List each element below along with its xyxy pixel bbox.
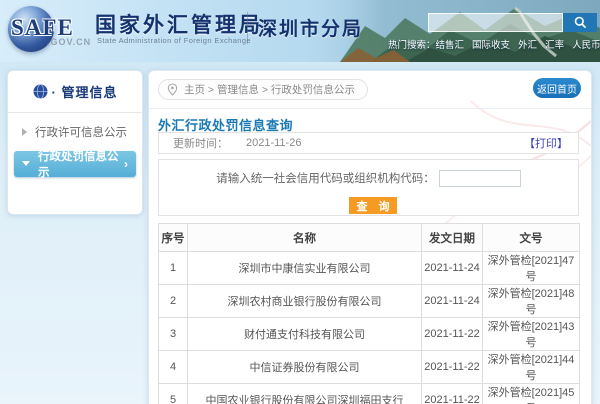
hot-search-row: 热门搜索：结售汇国际收支外汇汇率人民币 <box>388 37 600 51</box>
doc-number-cell: 深外管检[2021]44号 <box>483 351 580 384</box>
company-name-cell: 中信证券股份有限公司 <box>188 351 422 384</box>
hot-search-link[interactable]: 人民币 <box>572 40 600 51</box>
hot-search-link[interactable]: 结售汇 <box>436 40 465 51</box>
doc-number-cell: 深外管检[2021]47号 <box>483 252 580 285</box>
hot-search-link[interactable]: 外汇 <box>518 40 537 51</box>
print-link[interactable]: 【打印】 <box>524 135 568 151</box>
company-name-cell: 财付通支付科技有限公司 <box>188 318 422 351</box>
breadcrumb-row: 主页 > 管理信息 > 行政处罚信息公示 返回首页 <box>149 71 591 109</box>
table-row: 4中信证券股份有限公司2021-11-22深外管检[2021]44号 <box>159 351 580 384</box>
main-content: 主页 > 管理信息 > 行政处罚信息公示 返回首页 外汇行政处罚信息查询 更新时… <box>148 70 592 404</box>
gov-cn-label: .GOV.CN <box>47 37 91 47</box>
hot-search-label: 热门搜索： <box>388 40 436 51</box>
breadcrumb[interactable]: 主页 > 管理信息 > 行政处罚信息公示 <box>158 79 368 100</box>
company-name-cell: 深圳农村商业银行股份有限公司 <box>188 285 422 318</box>
hot-search-link[interactable]: 国际收支 <box>472 40 510 51</box>
row-index-cell: 4 <box>159 351 188 384</box>
sidebar-item-label: 行政许可信息公示 <box>35 124 127 140</box>
company-name-cell: 深圳市中康信实业有限公司 <box>188 252 422 285</box>
issue-date-cell: 2021-11-24 <box>422 285 483 318</box>
sidebar: · 管理信息 行政许可信息公示 行政处罚信息公示 › <box>7 70 143 215</box>
globe-icon <box>33 84 48 99</box>
query-line: 请输入统一社会信用代码或组织机构代码： <box>159 170 578 187</box>
doc-number-cell: 深外管检[2021]45号 <box>483 384 580 404</box>
doc-number-cell: 深外管检[2021]43号 <box>483 318 580 351</box>
credit-code-input[interactable] <box>439 170 521 187</box>
issue-date-cell: 2021-11-22 <box>422 384 483 404</box>
back-home-button[interactable]: 返回首页 <box>533 78 581 98</box>
arrow-right-icon <box>22 128 27 136</box>
search-icon <box>574 16 587 29</box>
row-index-cell: 1 <box>159 252 188 285</box>
issue-date-cell: 2021-11-24 <box>422 252 483 285</box>
table-row: 1深圳市中康信实业有限公司2021-11-24深外管检[2021]47号 <box>159 252 580 285</box>
issue-date-cell: 2021-11-22 <box>422 318 483 351</box>
sidebar-item-label: 行政处罚信息公示 <box>38 148 124 180</box>
issue-date-cell: 2021-11-22 <box>422 351 483 384</box>
header-search-input[interactable] <box>428 13 563 32</box>
column-header: 序号 <box>159 224 188 252</box>
table-row: 2深圳农村商业银行股份有限公司2021-11-24深外管检[2021]48号 <box>159 285 580 318</box>
chevron-right-icon: › <box>124 157 128 171</box>
query-button[interactable]: 查 询 <box>349 197 397 214</box>
query-form: 请输入统一社会信用代码或组织机构代码： 查 询 <box>158 159 579 216</box>
results-table-head: 序号名称发文日期文号 <box>159 224 580 252</box>
row-index-cell: 3 <box>159 318 188 351</box>
branch-name: 深圳市分局 <box>258 14 363 41</box>
column-header: 文号 <box>483 224 580 252</box>
breadcrumb-text: 主页 > 管理信息 > 行政处罚信息公示 <box>184 82 355 97</box>
header-search <box>428 13 597 32</box>
company-name-cell: 中国农业银行股份有限公司深圳福田支行 <box>188 384 422 404</box>
column-header: 发文日期 <box>422 224 483 252</box>
column-header: 名称 <box>188 224 422 252</box>
arrow-down-icon <box>22 161 30 170</box>
header-divider <box>247 12 248 44</box>
header-row: 序号名称发文日期文号 <box>159 224 580 252</box>
sidebar-title: · 管理信息 <box>52 82 118 101</box>
sidebar-header: · 管理信息 <box>8 71 142 113</box>
sidebar-item-license-disclosure[interactable]: 行政许可信息公示 <box>14 120 136 144</box>
results-table-body: 1深圳市中康信实业有限公司2021-11-24深外管检[2021]47号2深圳农… <box>159 252 580 404</box>
query-label: 请输入统一社会信用代码或组织机构代码： <box>216 173 435 185</box>
sidebar-item-penalty-disclosure[interactable]: 行政处罚信息公示 › <box>14 151 136 177</box>
location-pin-icon <box>167 83 178 96</box>
row-index-cell: 2 <box>159 285 188 318</box>
search-button[interactable] <box>563 13 597 32</box>
row-index-cell: 5 <box>159 384 188 404</box>
update-time-bar: 更新时间： 2021-11-26 【打印】 <box>158 132 579 154</box>
update-time-value: 2021-11-26 <box>246 137 301 149</box>
hot-search-link[interactable]: 汇率 <box>545 40 564 51</box>
org-name: 国家外汇管理局 <box>95 9 263 39</box>
results-table: 序号名称发文日期文号 1深圳市中康信实业有限公司2021-11-24深外管检[2… <box>158 223 580 404</box>
org-name-english: State Administration of Foreign Exchange <box>97 36 251 45</box>
doc-number-cell: 深外管检[2021]48号 <box>483 285 580 318</box>
site-header: SAFE .GOV.CN 国家外汇管理局 State Administratio… <box>0 0 600 62</box>
table-row: 5中国农业银行股份有限公司深圳福田支行2021-11-22深外管检[2021]4… <box>159 384 580 404</box>
hot-search-links: 结售汇国际收支外汇汇率人民币 <box>436 40 600 51</box>
update-time-label: 更新时间： <box>173 135 228 151</box>
table-row: 3财付通支付科技有限公司2021-11-22深外管检[2021]43号 <box>159 318 580 351</box>
